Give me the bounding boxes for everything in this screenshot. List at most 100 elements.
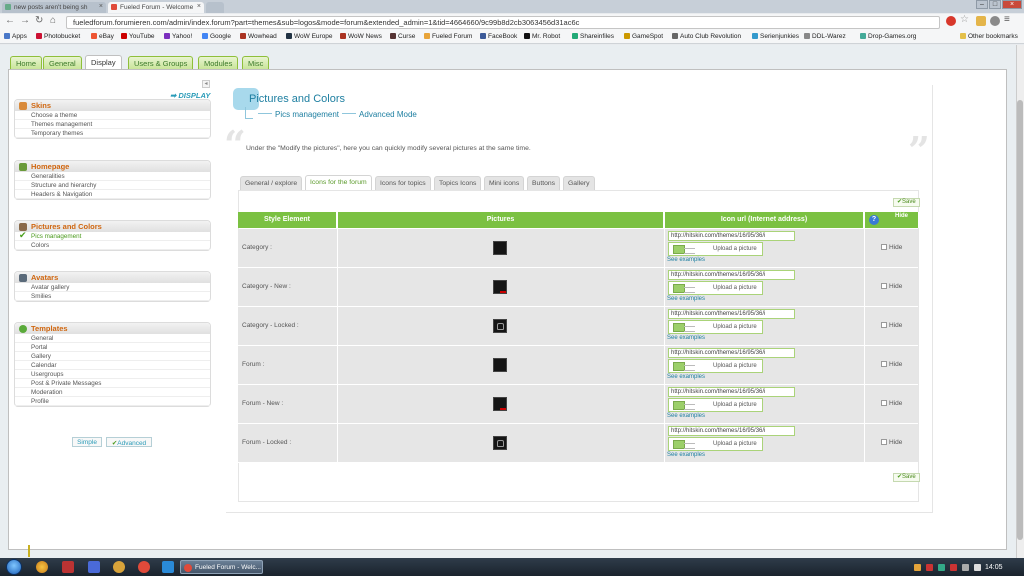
see-examples-link[interactable]: See examples [667,374,705,380]
bookmark-item[interactable]: YouTube [121,33,155,40]
taskbar-pin-icon[interactable] [162,561,174,573]
save-button-top[interactable]: ✔Save [893,198,920,207]
subtab-topics-icons[interactable]: Topics Icons [434,176,482,191]
hide-checkbox[interactable] [881,322,887,328]
sidebar-section-title[interactable]: Pictures and Colors [15,221,210,232]
see-examples-link[interactable]: See examples [667,296,705,302]
breadcrumb-pics-management[interactable]: Pics management [275,110,339,119]
bookmark-item[interactable]: Mr. Robot [524,33,560,40]
sidebar-section-title[interactable]: Templates [15,323,210,334]
tray-icon[interactable] [950,564,957,571]
icon-url-input[interactable]: http://hitskin.com/themes/16/95/36/i [668,270,795,280]
taskbar-pin-icon[interactable] [36,561,48,573]
subtab-mini-icons[interactable]: Mini icons [484,176,525,191]
sidebar-section-title[interactable]: Skins [15,100,210,111]
tray-icon[interactable] [938,564,945,571]
taskbar-pin-icon[interactable] [138,561,150,573]
hide-checkbox[interactable] [881,361,887,367]
taskbar-chrome-window[interactable]: Fueled Forum - Welc... [180,560,263,574]
browser-tab[interactable]: new posts aren't being sh × [2,2,106,13]
save-button-bottom[interactable]: ✔Save [893,473,920,482]
subtab-icons-topics[interactable]: Icons for topics [375,176,431,191]
upload-picture-button[interactable]: Upload a picture [668,437,763,451]
hide-checkbox[interactable] [881,400,887,406]
volume-icon[interactable] [974,564,981,571]
sidebar-item-profile[interactable]: Profile [15,397,210,406]
admin-tab-home[interactable]: Home [10,56,43,69]
upload-picture-button[interactable]: Upload a picture [668,281,763,295]
bookmark-item[interactable]: Drop-Games.org [860,33,916,40]
collapse-sidebar-button[interactable]: ◂ [202,80,210,88]
bookmark-item[interactable]: Yahoo! [164,33,192,40]
tray-icon[interactable] [914,564,921,571]
hide-checkbox[interactable] [881,439,887,445]
extension-icon[interactable] [946,16,956,26]
icon-url-input[interactable]: http://hitskin.com/themes/16/95/36/i [668,231,795,241]
admin-tab-display[interactable]: Display [85,55,122,70]
sidebar-item-themes-management[interactable]: Themes management [15,120,210,129]
upload-picture-button[interactable]: Upload a picture [668,320,763,334]
see-examples-link[interactable]: See examples [667,452,705,458]
subtab-buttons[interactable]: Buttons [527,176,561,191]
bookmark-item[interactable]: Fueled Forum [424,33,472,40]
help-icon[interactable]: ? [869,215,879,225]
bookmark-item[interactable]: Google [202,33,231,40]
bookmark-item[interactable]: Apps [4,33,27,40]
upload-picture-button[interactable]: Upload a picture [668,398,763,412]
taskbar-pin-icon[interactable] [62,561,74,573]
bookmark-item[interactable]: GameSpot [624,33,663,40]
bookmark-item[interactable]: eBay [91,33,114,40]
home-icon[interactable]: ⌂ [50,15,56,26]
taskbar-pin-icon[interactable] [88,561,100,573]
subtab-icons-forum[interactable]: Icons for the forum [305,175,372,191]
other-bookmarks[interactable]: Other bookmarks [960,33,1018,40]
sidebar-item-calendar[interactable]: Calendar [15,361,210,370]
admin-tab-modules[interactable]: Modules [198,56,239,69]
icon-url-input[interactable]: http://hitskin.com/themes/16/95/36/i [668,426,795,436]
admin-tab-misc[interactable]: Misc [242,56,270,69]
sidebar-item-headers[interactable]: Headers & Navigation [15,190,210,199]
sidebar-item-portal[interactable]: Portal [15,343,210,352]
tray-icon[interactable] [926,564,933,571]
close-window-button[interactable]: × [1002,0,1022,9]
bookmark-item[interactable]: Auto Club Revolution [672,33,741,40]
close-icon[interactable]: × [99,3,103,10]
tray-icon[interactable] [962,564,969,571]
clock[interactable]: 14:05 [985,564,1003,571]
extension-icon[interactable] [976,16,986,26]
start-button[interactable] [6,559,22,575]
sidebar-item-pics-management[interactable]: ✔ Pics management [15,230,210,241]
sidebar-item-avatar-gallery[interactable]: Avatar gallery [15,283,210,292]
bookmark-item[interactable]: WoW News [340,33,382,40]
new-tab-button[interactable] [206,2,224,13]
bookmark-item[interactable]: WoW Europe [286,33,333,40]
admin-tab-users-groups[interactable]: Users & Groups [128,56,194,69]
sidebar-item-smilies[interactable]: Smilies [15,292,210,301]
sidebar-item-moderation[interactable]: Moderation [15,388,210,397]
browser-tab-active[interactable]: Fueled Forum - Welcome × [108,2,204,13]
forward-icon[interactable]: → [20,15,30,26]
advanced-mode-button[interactable]: ✔Advanced [106,437,152,447]
back-icon[interactable]: ← [5,15,15,26]
hide-checkbox[interactable] [881,244,887,250]
breadcrumb-advanced-mode[interactable]: Advanced Mode [359,110,417,119]
sidebar-item-choose-theme[interactable]: Choose a theme [15,111,210,120]
icon-url-input[interactable]: http://hitskin.com/themes/16/95/36/i [668,387,795,397]
taskbar-pin-icon[interactable] [113,561,125,573]
bookmark-item[interactable]: Curse [390,33,415,40]
maximize-button[interactable]: □ [989,0,1001,9]
see-examples-link[interactable]: See examples [667,257,705,263]
close-icon[interactable]: × [197,3,201,10]
icon-url-input[interactable]: http://hitskin.com/themes/16/95/36/i [668,348,795,358]
subtab-gallery[interactable]: Gallery [563,176,595,191]
url-bar[interactable]: fueledforum.forumieren.com/admin/index.f… [66,16,940,29]
admin-tab-general[interactable]: General [43,56,82,69]
bookmark-item[interactable]: Serienjunkies [752,33,799,40]
simple-mode-button[interactable]: Simple [72,437,102,447]
see-examples-link[interactable]: See examples [667,413,705,419]
upload-picture-button[interactable]: Upload a picture [668,242,763,256]
minimize-button[interactable]: – [976,0,988,9]
sidebar-item-gallery[interactable]: Gallery [15,352,210,361]
bookmark-item[interactable]: Shareinfiles [572,33,614,40]
reload-icon[interactable]: ↻ [35,15,43,26]
